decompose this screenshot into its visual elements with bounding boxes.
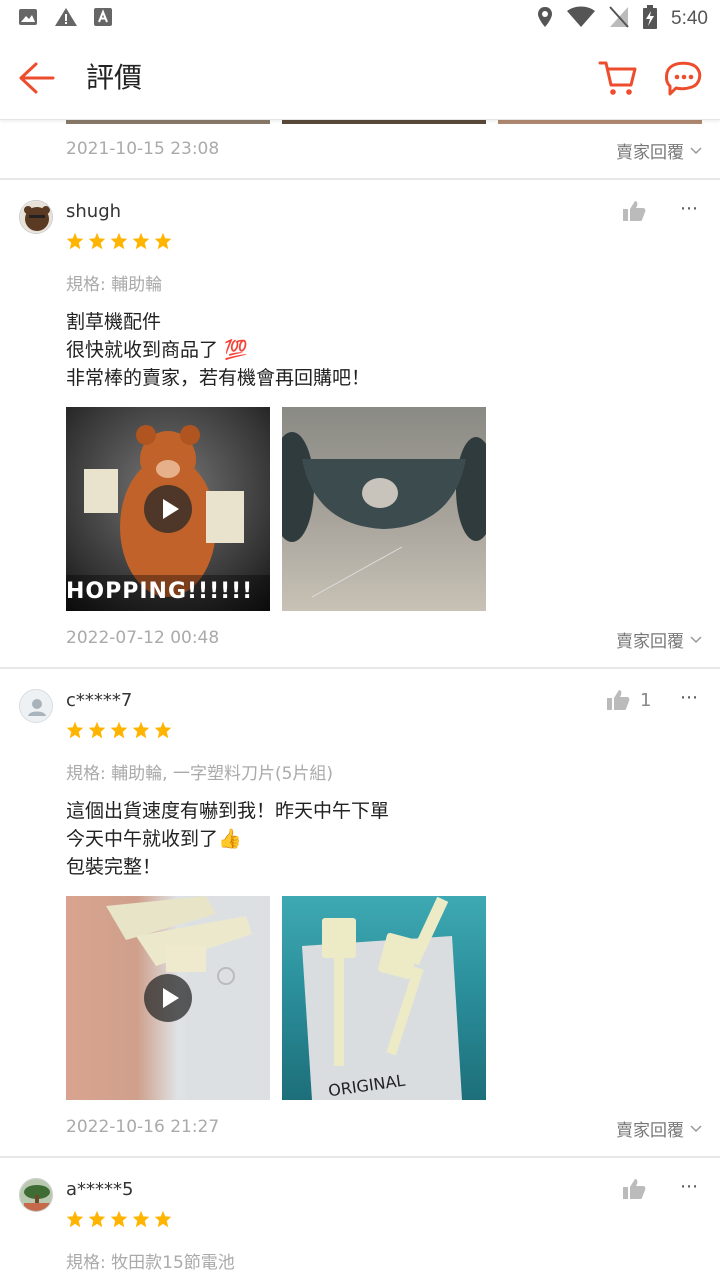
review-variant: 規格: 輔助輪	[66, 275, 163, 295]
review-variant: 規格: 輔助輪, 一字塑料刀片(5片組)	[66, 764, 334, 784]
battery-charging-icon	[643, 5, 658, 33]
review-date: 2022-10-16 21:27	[66, 1117, 220, 1137]
review-photo[interactable]	[282, 120, 486, 124]
review-username: c*****7	[66, 690, 133, 711]
page-title: 評價	[86, 61, 143, 94]
star-icon	[88, 721, 106, 739]
avatar[interactable]	[19, 200, 53, 234]
app-header: 評價	[0, 36, 720, 120]
like-button[interactable]	[622, 1178, 646, 1200]
rating-stars	[66, 1210, 172, 1228]
thumbs-up-icon	[623, 1179, 646, 1199]
review-username: a*****5	[66, 1179, 134, 1200]
review-line: 這個出貨速度有嚇到我！昨天中午下單	[66, 800, 390, 822]
review-photo[interactable]	[66, 120, 270, 124]
review-line: 包裝完整！	[66, 856, 162, 878]
back-button[interactable]	[18, 58, 56, 98]
chevron-down-icon	[690, 146, 702, 154]
more-options-button[interactable]: ⋯	[680, 198, 699, 219]
star-icon	[88, 232, 106, 250]
play-icon[interactable]	[144, 485, 192, 533]
status-bar: 5:40	[0, 0, 720, 36]
wifi-icon	[567, 6, 596, 32]
warning-icon	[54, 7, 78, 31]
seller-reply-toggle[interactable]: 賣家回覆	[616, 1116, 702, 1141]
cart-button[interactable]	[598, 58, 638, 98]
review-date: 2021-10-15 23:08	[66, 139, 220, 159]
seller-reply-toggle[interactable]: 賣家回覆	[616, 138, 702, 163]
no-signal-icon	[609, 6, 629, 32]
seller-reply-toggle[interactable]: 賣家回覆	[616, 627, 702, 652]
review-line: 割草機配件	[66, 311, 162, 333]
star-icon	[88, 1210, 106, 1228]
review-photo[interactable]	[282, 407, 486, 611]
play-icon[interactable]	[144, 974, 192, 1022]
seller-reply-label: 賣家回覆	[616, 632, 684, 652]
review-item: a*****5 ⋯ 規格: 牧田款15節電池	[0, 1158, 720, 1280]
default-avatar-icon	[28, 699, 46, 716]
star-icon	[66, 232, 84, 250]
review-text: 割草機配件 很快就收到商品了 💯 非常棒的賣家，若有機會再回購吧！	[66, 308, 370, 392]
star-icon	[110, 232, 128, 250]
chat-button[interactable]	[664, 58, 704, 98]
review-list[interactable]: 2021-10-15 23:08 賣家回覆 shugh ⋯ 規格: 輔助輪 割草…	[0, 120, 720, 1280]
review-photo[interactable]: ORIGINAL	[282, 896, 486, 1100]
review-media: HOPPING!!!!!!	[66, 407, 486, 611]
review-line: 非常棒的賣家，若有機會再回購吧！	[66, 367, 371, 389]
star-icon	[154, 232, 172, 250]
review-line: 很快就收到商品了 💯	[66, 339, 248, 361]
location-icon	[537, 6, 553, 32]
chevron-down-icon	[690, 1124, 702, 1132]
rating-stars	[66, 232, 172, 250]
review-date: 2022-07-12 00:48	[66, 628, 220, 648]
avatar[interactable]	[19, 1178, 53, 1212]
review-item: shugh ⋯ 規格: 輔助輪 割草機配件 很快就收到商品了 💯 非常棒的賣家，…	[0, 180, 720, 669]
star-icon	[132, 232, 150, 250]
like-button[interactable]	[622, 200, 646, 222]
chevron-down-icon	[690, 635, 702, 643]
avatar[interactable]	[19, 689, 53, 723]
review-username: shugh	[66, 201, 122, 222]
thumbs-up-icon	[623, 201, 646, 221]
star-icon	[132, 721, 150, 739]
star-icon	[110, 1210, 128, 1228]
arrow-left-icon	[19, 62, 55, 94]
chat-icon	[665, 61, 702, 96]
previous-review-footer: 2021-10-15 23:08 賣家回覆	[0, 120, 720, 180]
rating-stars	[66, 721, 172, 739]
review-video[interactable]: HOPPING!!!!!!	[66, 407, 270, 611]
video-caption: HOPPING!!!!!!	[66, 579, 254, 604]
previous-review-media	[66, 120, 702, 124]
thumbs-up-icon	[607, 690, 630, 710]
more-options-button[interactable]: ⋯	[680, 1176, 699, 1197]
seller-reply-label: 賣家回覆	[616, 143, 684, 163]
more-options-button[interactable]: ⋯	[680, 687, 699, 708]
cart-icon	[598, 61, 637, 95]
star-icon	[154, 1210, 172, 1228]
star-icon	[132, 1210, 150, 1228]
review-media: ORIGINAL	[66, 896, 486, 1100]
review-item: c*****7 1 ⋯ 規格: 輔助輪, 一字塑料刀片(5片組) 這個出貨速度有…	[0, 669, 720, 1158]
star-icon	[154, 721, 172, 739]
star-icon	[110, 721, 128, 739]
review-line: 今天中午就收到了👍	[66, 828, 242, 850]
review-variant: 規格: 牧田款15節電池	[66, 1253, 235, 1273]
review-video[interactable]	[66, 896, 270, 1100]
image-icon	[18, 7, 38, 31]
like-button[interactable]: 1	[606, 689, 651, 711]
font-icon	[94, 8, 112, 30]
clock: 5:40	[671, 8, 708, 29]
like-count: 1	[640, 689, 652, 711]
review-photo[interactable]	[498, 120, 702, 124]
star-icon	[66, 1210, 84, 1228]
seller-reply-label: 賣家回覆	[616, 1121, 684, 1141]
star-icon	[66, 721, 84, 739]
review-text: 這個出貨速度有嚇到我！昨天中午下單 今天中午就收到了👍 包裝完整！	[66, 797, 389, 881]
